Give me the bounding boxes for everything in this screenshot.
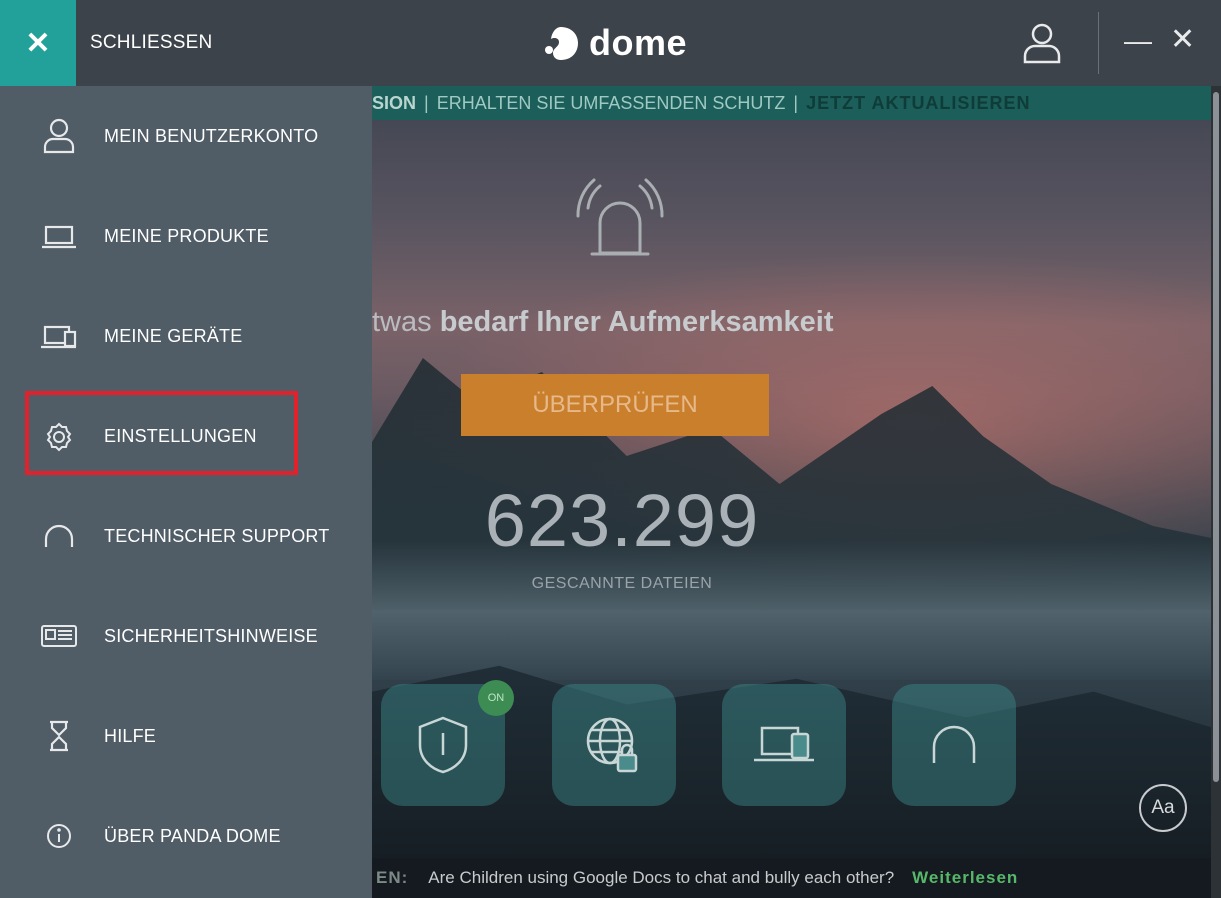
- menu-item-label: TECHNISCHER SUPPORT: [104, 525, 330, 546]
- hourglass-icon: [50, 720, 68, 752]
- headset-icon: [932, 725, 976, 763]
- menu-item-security-notices[interactable]: SICHERHEITSHINWEISE: [0, 586, 372, 686]
- web-protection-tile[interactable]: [552, 684, 676, 806]
- devices-tile[interactable]: [722, 684, 846, 806]
- read-more-link[interactable]: Weiterlesen: [912, 868, 1018, 888]
- panda-dome-app: SION | ERHALTEN SIE UMFASSENDEN SCHUTZ |…: [0, 0, 1221, 898]
- user-account-icon[interactable]: [1020, 20, 1064, 66]
- separator: |: [424, 92, 429, 113]
- alarm-icon: [576, 178, 664, 256]
- news-label: EN:: [376, 868, 409, 887]
- menu-item-devices[interactable]: MEINE GERÄTE: [0, 286, 372, 386]
- menu-item-account[interactable]: MEIN BENUTZERKONTO: [0, 86, 372, 186]
- headset-icon: [44, 524, 74, 547]
- close-menu-label[interactable]: SCHLIESSEN: [90, 32, 212, 54]
- news-icon: [41, 625, 77, 647]
- devices-icon: [41, 325, 77, 349]
- alert-message: twas bedarf Ihrer Aufmerksamkeit: [372, 306, 834, 339]
- info-icon: [47, 824, 71, 848]
- upgrade-now-link[interactable]: JETZT AKTUALISIEREN: [806, 93, 1030, 114]
- settings-highlight-box: [25, 391, 298, 475]
- alert-bold: bedarf Ihrer Aufmerksamkeit: [439, 306, 834, 338]
- status-badge: ON: [478, 680, 514, 716]
- news-headline: Are Children using Google Docs to chat a…: [428, 868, 895, 887]
- menu-item-help[interactable]: HILFE: [0, 686, 372, 786]
- scrollbar[interactable]: [1211, 86, 1221, 898]
- support-tile[interactable]: [892, 684, 1016, 806]
- title-bar: ✕ SCHLIESSEN dome — ✕: [0, 0, 1221, 86]
- menu-item-label: MEIN BENUTZERKONTO: [104, 125, 319, 146]
- panda-dome-logo: dome: [541, 18, 687, 68]
- menu-item-products[interactable]: MEINE PRODUKTE: [0, 186, 372, 286]
- font-size-button[interactable]: Aa: [1139, 784, 1187, 832]
- menu-item-label: HILFE: [104, 725, 157, 746]
- panda-logo-icon: [545, 27, 578, 60]
- upgrade-banner[interactable]: SION | ERHALTEN SIE UMFASSENDEN SCHUTZ |…: [372, 86, 1211, 120]
- close-icon: ✕: [25, 26, 51, 60]
- minimize-button[interactable]: —: [1124, 25, 1152, 57]
- menu-item-about[interactable]: ÜBER PANDA DOME: [0, 786, 372, 886]
- upgrade-banner-text: ERHALTEN SIE UMFASSENDEN SCHUTZ: [436, 92, 786, 113]
- menu-item-support[interactable]: TECHNISCHER SUPPORT: [0, 486, 372, 586]
- user-icon: [43, 118, 75, 154]
- laptop-icon: [42, 225, 76, 249]
- scanned-files-count: 623.299: [484, 479, 760, 562]
- shield-icon: [418, 716, 468, 774]
- menu-item-label: MEINE PRODUKTE: [104, 225, 269, 246]
- scanned-files-label: GESCANNTE DATEIEN: [531, 575, 713, 592]
- news-ticker: EN: Are Children using Google Docs to ch…: [372, 858, 1221, 898]
- close-menu-button[interactable]: ✕: [0, 0, 76, 86]
- titlebar-divider: [1098, 12, 1099, 74]
- separator: |: [793, 92, 799, 113]
- scrollbar-thumb[interactable]: [1213, 92, 1219, 782]
- side-menu: MEIN BENUTZERKONTO MEINE PRODUKTE MEINE …: [0, 86, 372, 898]
- laptop-phone-icon: [754, 726, 814, 762]
- window-close-button[interactable]: ✕: [1170, 22, 1195, 57]
- menu-item-label: MEINE GERÄTE: [104, 325, 243, 346]
- menu-item-label: SICHERHEITSHINWEISE: [104, 625, 318, 646]
- upgrade-banner-part1: SION: [372, 92, 417, 113]
- check-button[interactable]: ÜBERPRÜFEN: [461, 374, 769, 436]
- logo-text: dome: [589, 22, 688, 63]
- menu-item-label: ÜBER PANDA DOME: [104, 825, 281, 846]
- globe-lock-icon: [586, 717, 638, 773]
- alert-prefix: twas: [372, 306, 432, 338]
